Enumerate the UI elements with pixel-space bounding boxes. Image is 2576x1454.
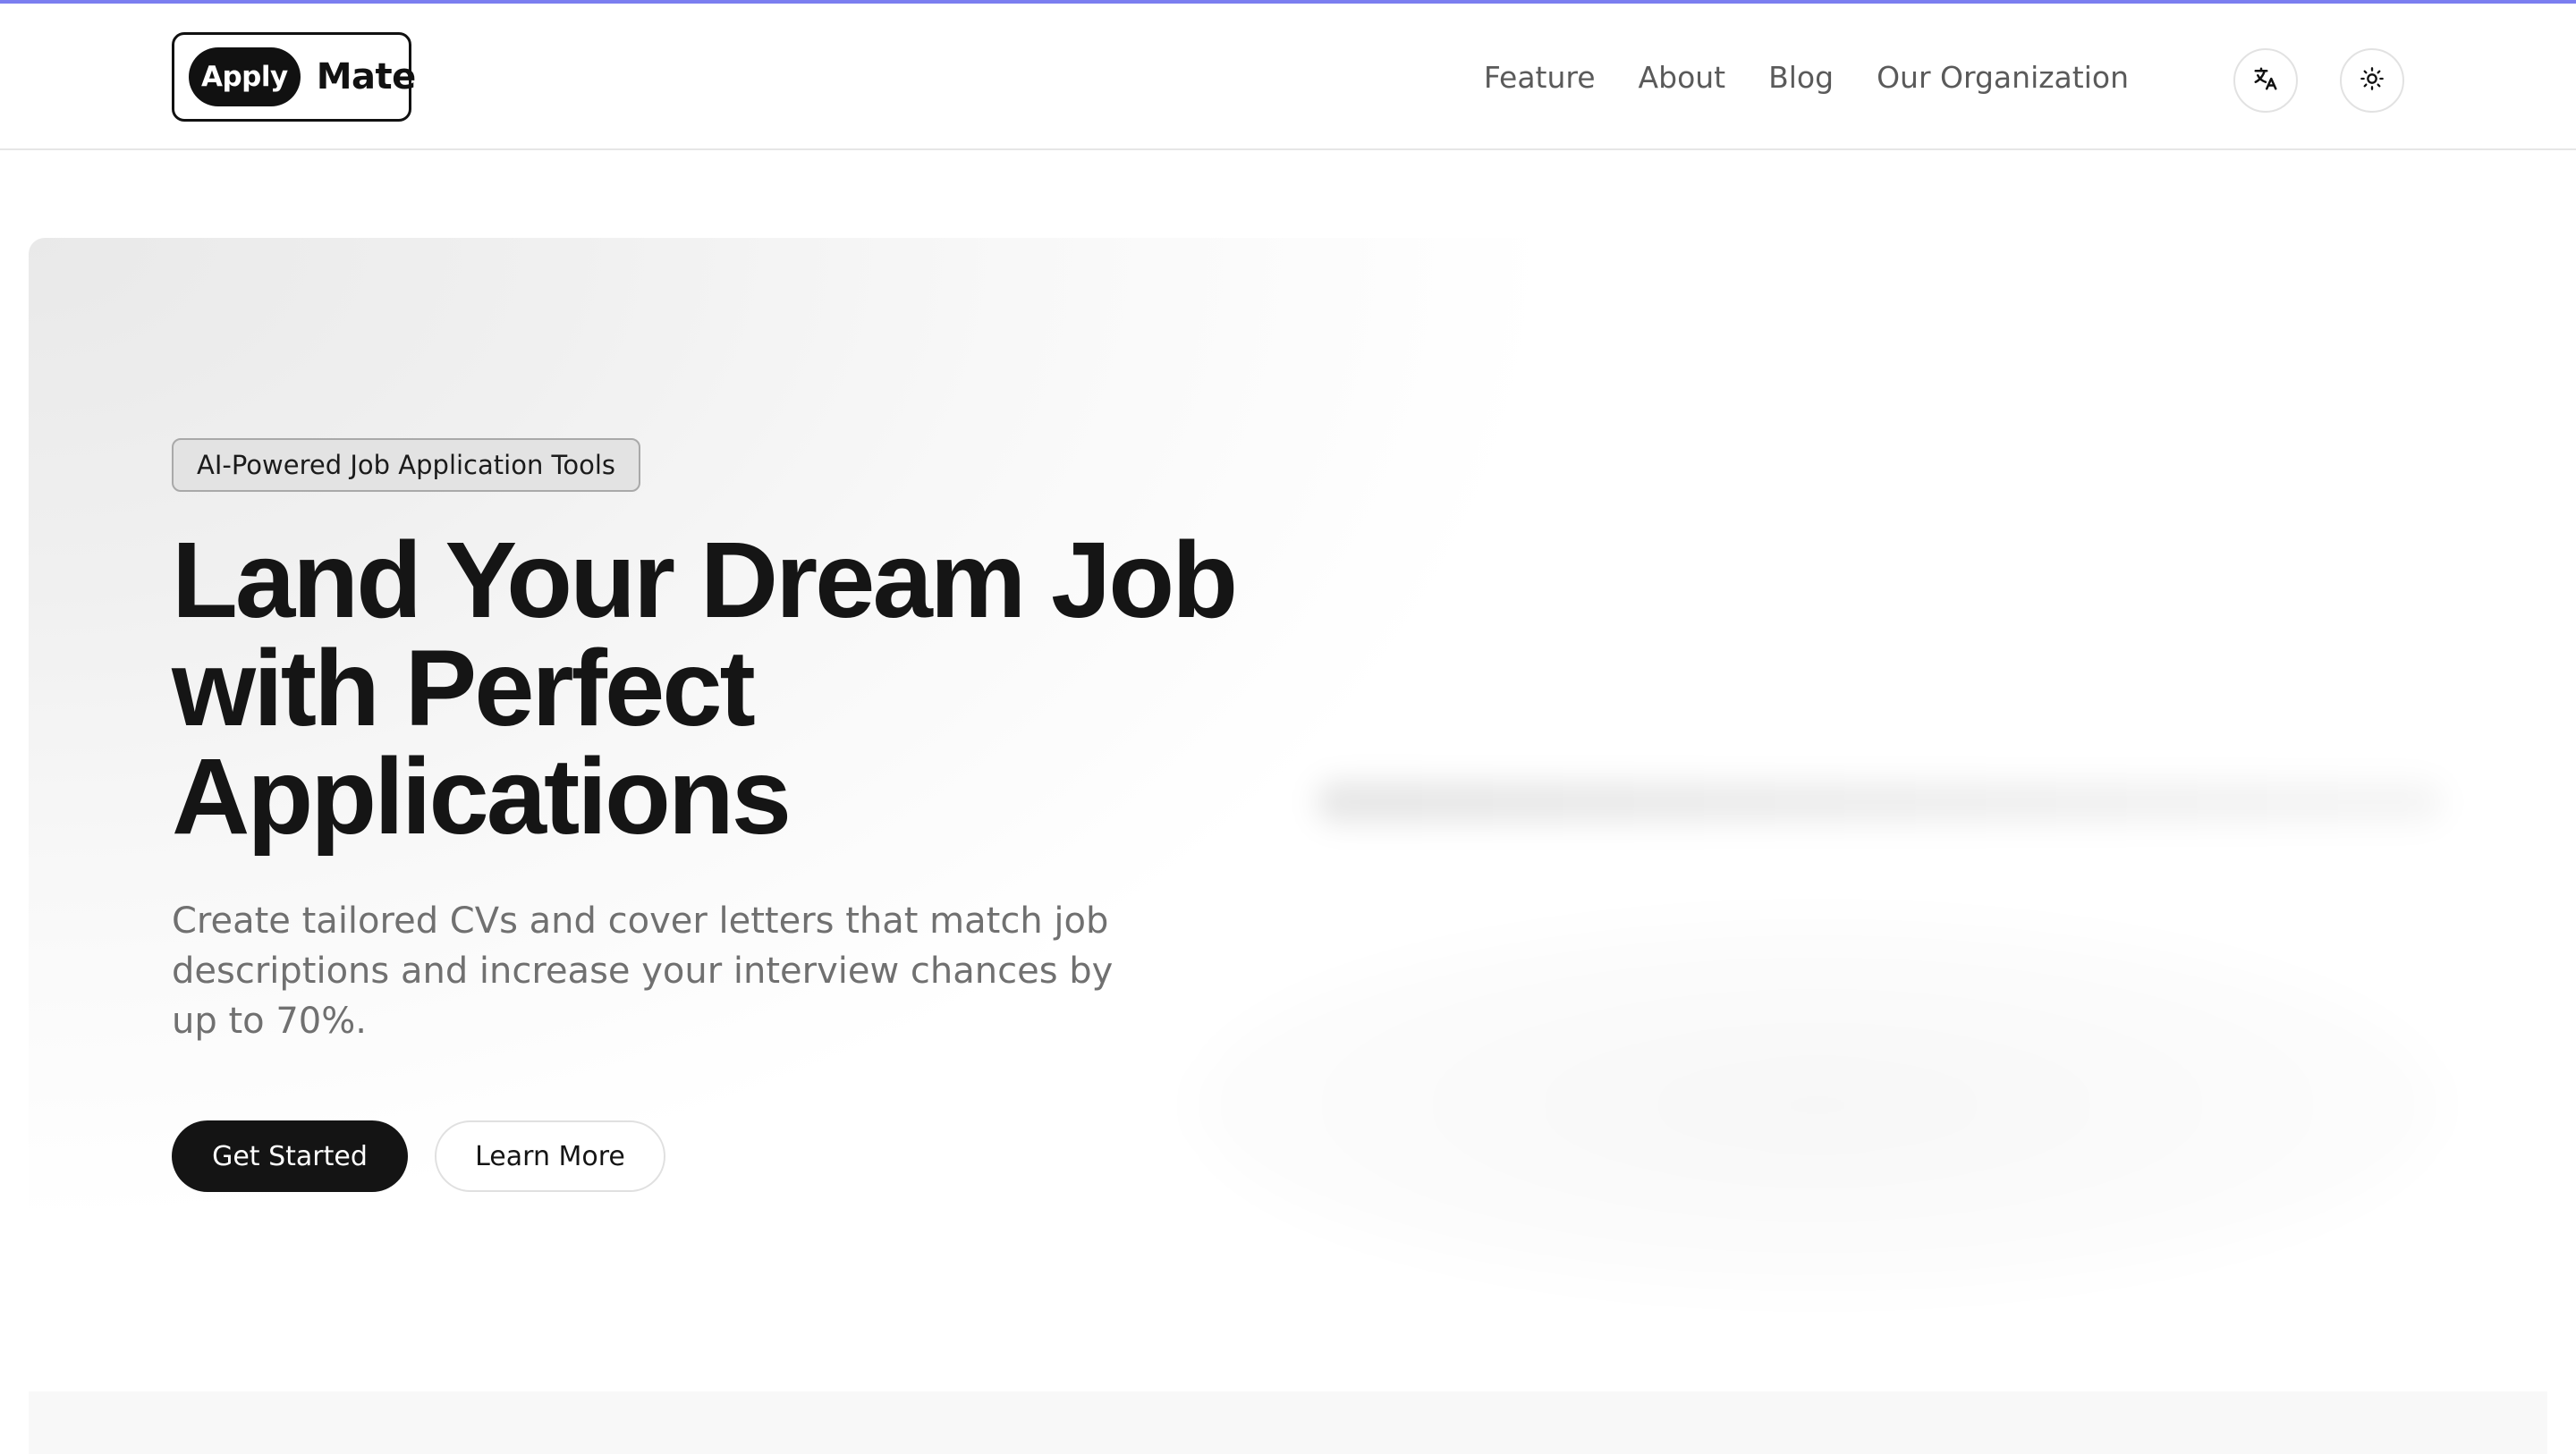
navbar: Apply Mate Feature About Blog Our Organi…	[0, 4, 2576, 150]
hero-headline: Land Your Dream Job with Perfect Applica…	[172, 519, 1238, 857]
theme-toggle-button[interactable]	[2340, 48, 2404, 113]
language-button[interactable]	[2233, 48, 2298, 113]
nav-link-our-organization[interactable]: Our Organization	[1877, 57, 2129, 98]
logo[interactable]: Apply Mate	[172, 32, 416, 122]
nav-link-blog[interactable]: Blog	[1768, 57, 1834, 98]
learn-more-button[interactable]: Learn More	[435, 1120, 665, 1192]
hero-image-shadow	[1191, 917, 2444, 1293]
hero-badge: AI-Powered Job Application Tools	[172, 438, 640, 492]
next-section	[29, 1391, 2547, 1454]
nav-links: Feature About Blog Our Organization	[1484, 57, 2129, 98]
logo-word: Mate	[316, 56, 417, 97]
hero-subtitle: Create tailored CVs and cover letters th…	[172, 900, 1114, 1042]
sun-icon	[2360, 66, 2385, 95]
hero-image-placeholder	[1317, 782, 2444, 823]
logo-pill: Apply	[189, 47, 301, 106]
get-started-button[interactable]: Get Started	[172, 1120, 408, 1192]
nav-link-feature[interactable]: Feature	[1484, 57, 1596, 98]
translate-icon	[2252, 65, 2279, 96]
hero-section: AI-Powered Job Application Tools Land Yo…	[29, 238, 2547, 1374]
nav-link-about[interactable]: About	[1639, 57, 1726, 98]
